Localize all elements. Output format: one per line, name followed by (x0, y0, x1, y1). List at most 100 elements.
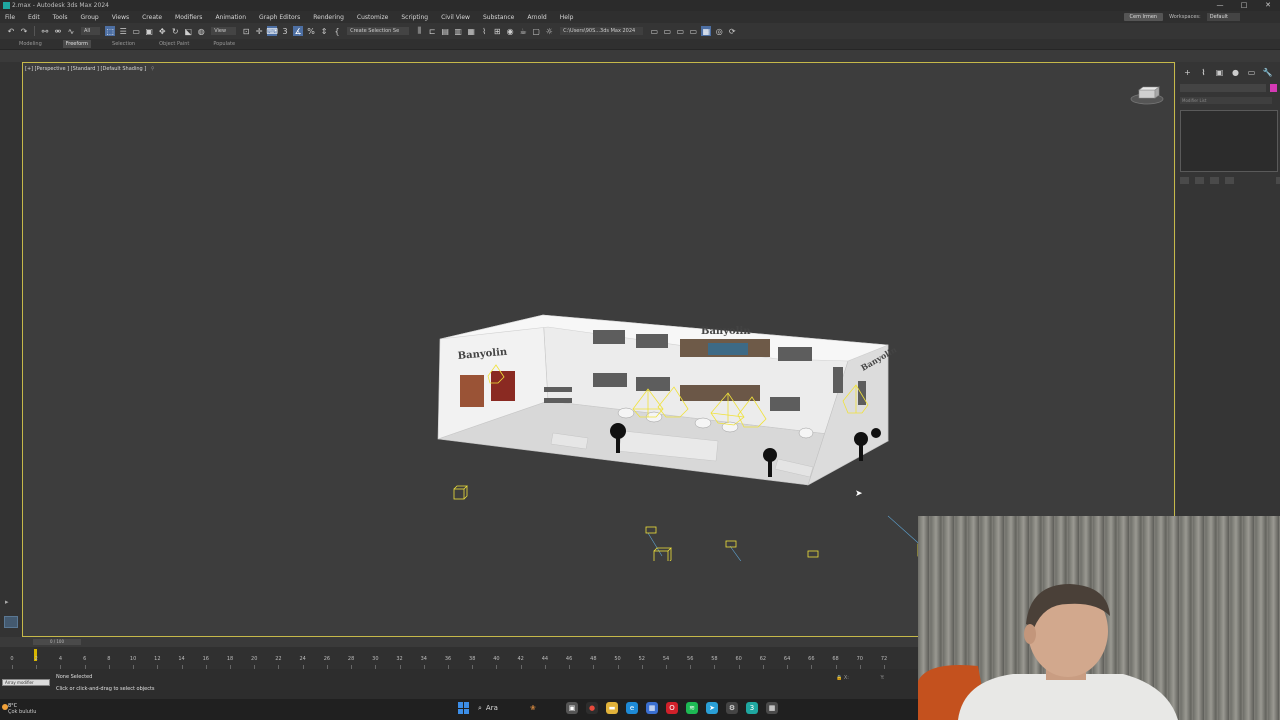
project-folder-dropdown[interactable]: C:\Users\90S...3ds Max 2024 (560, 27, 644, 35)
menu-civil-view[interactable]: Civil View (441, 14, 470, 21)
chrome-icon[interactable]: ● (586, 702, 598, 714)
menu-arnold[interactable]: Arnold (527, 14, 546, 21)
menu-views[interactable]: Views (112, 14, 129, 21)
sync-icon[interactable]: ⟳ (727, 26, 737, 36)
edit-named-selection-icon[interactable]: { (332, 26, 342, 36)
opera-icon[interactable]: O (666, 702, 678, 714)
viewport-label[interactable]: [+] [Perspective ] [Standard ] [Default … (25, 66, 154, 72)
pivot-center-icon[interactable]: ⊡ (241, 26, 251, 36)
angle-snap-icon[interactable]: ∡ (293, 26, 304, 36)
lock-icon[interactable]: 🔒 (836, 675, 842, 681)
menu-customize[interactable]: Customize (357, 14, 389, 21)
steam-icon[interactable]: ⚙ (726, 702, 738, 714)
snaps-toggle-icon[interactable]: 3 (280, 26, 290, 36)
scale-icon[interactable]: ⬕ (183, 26, 193, 36)
weather-widget[interactable]: 8°C Çok bulutlu (2, 703, 36, 715)
create-tab-icon[interactable]: + (1182, 68, 1193, 77)
tab-populate[interactable]: Populate (210, 40, 238, 48)
mirror-icon[interactable]: ⫼ (414, 26, 424, 36)
time-slider-thumb[interactable]: 0 / 100 (33, 639, 81, 645)
spinner-snap-icon[interactable]: ⇕ (319, 26, 329, 36)
bind-space-warp-icon[interactable]: ∿ (66, 26, 76, 36)
align-icon[interactable]: ⊏ (427, 26, 437, 36)
toggle-ribbon-icon[interactable]: ▦ (466, 26, 476, 36)
utilities-tab-icon[interactable]: 🔧 (1262, 68, 1273, 77)
percent-snap-icon[interactable]: % (306, 26, 316, 36)
menu-graph-editors[interactable]: Graph Editors (259, 14, 300, 21)
pin-stack-button[interactable] (1180, 177, 1189, 184)
open-project-icon[interactable]: ▭ (649, 26, 659, 36)
store-icon[interactable]: ▦ (646, 702, 658, 714)
scene-converter-icon[interactable]: ◎ (714, 26, 724, 36)
arnold-render-icon[interactable]: ▭ (662, 26, 672, 36)
folder-icon[interactable]: ▬ (606, 702, 618, 714)
move-icon[interactable]: ✥ (157, 26, 167, 36)
booth-model[interactable]: Banyolin Banyolin Banyolin (418, 301, 978, 561)
unlink-icon[interactable]: ⚮ (53, 26, 63, 36)
spotify-icon[interactable]: ≋ (686, 702, 698, 714)
menu-substance[interactable]: Substance (483, 14, 514, 21)
telegram-icon[interactable]: ➤ (706, 702, 718, 714)
rect-selection-icon[interactable]: ▭ (131, 26, 141, 36)
3dsmax-icon[interactable]: 3 (746, 702, 758, 714)
menu-file[interactable]: File (5, 14, 15, 21)
menu-animation[interactable]: Animation (215, 14, 246, 21)
render-production-icon[interactable]: ☼ (544, 26, 554, 36)
tab-freeform[interactable]: Freeform (62, 40, 92, 48)
substance-icon[interactable]: ▦ (701, 26, 712, 36)
select-by-name-icon[interactable]: ☰ (118, 26, 128, 36)
show-end-result-button[interactable] (1195, 177, 1204, 184)
funnel-icon[interactable]: ⚲ (151, 66, 155, 72)
object-name-field[interactable] (1180, 84, 1266, 92)
rendered-frame-window-icon[interactable]: ▢ (531, 26, 541, 36)
expand-arrow-icon[interactable]: ▸ (5, 598, 9, 606)
rotate-icon[interactable]: ↻ (170, 26, 180, 36)
minimize-button[interactable]: — (1208, 0, 1232, 11)
maxscript-listener-field[interactable]: Array modifier (2, 679, 50, 686)
move-pivot-icon[interactable]: ✛ (254, 26, 264, 36)
modifier-stack[interactable] (1180, 110, 1278, 172)
create-selection-set-dropdown[interactable]: Create Selection Se (347, 27, 410, 35)
tab-object-paint[interactable]: Object Paint (156, 40, 192, 48)
track-bar[interactable]: 0 2 4 6 8 10 12 14 16 18 20 22 24 26 28 30 32 34 36 38 40 42 4… (0, 647, 920, 669)
viewport-layout-icon[interactable] (4, 616, 18, 628)
taskbar-search[interactable]: ⌕ Ara ❀ (478, 704, 558, 713)
menu-modifiers[interactable]: Modifiers (175, 14, 202, 21)
menu-scripting[interactable]: Scripting (401, 14, 428, 21)
motion-tab-icon[interactable]: ● (1230, 68, 1241, 77)
menu-rendering[interactable]: Rendering (313, 14, 344, 21)
make-unique-button[interactable] (1210, 177, 1219, 184)
modifier-list-dropdown[interactable]: Modifier List (1180, 97, 1272, 104)
reference-coordinate-dropdown[interactable]: View (211, 27, 237, 35)
display-tab-icon[interactable]: ▭ (1246, 68, 1257, 77)
arnold-ipr-icon[interactable]: ▭ (675, 26, 685, 36)
menu-create[interactable]: Create (142, 14, 162, 21)
keyboard-shortcut-override-icon[interactable]: ⌨ (266, 26, 278, 36)
arnold-options-icon[interactable]: ▭ (688, 26, 698, 36)
remove-modifier-button[interactable] (1225, 177, 1234, 184)
redo-icon[interactable]: ↷ (19, 26, 29, 36)
menu-help[interactable]: Help (560, 14, 574, 21)
edge-icon[interactable]: e (626, 702, 638, 714)
tab-modeling[interactable]: Modeling (16, 40, 45, 48)
hierarchy-tab-icon[interactable]: ▣ (1214, 68, 1225, 77)
windows-start-icon[interactable] (458, 702, 470, 714)
toggle-layer-explorer-icon[interactable]: ▥ (453, 26, 463, 36)
configure-sets-button[interactable] (1276, 177, 1280, 184)
undo-icon[interactable]: ↶ (6, 26, 16, 36)
user-account-button[interactable]: Cem Irmen (1123, 13, 1164, 21)
object-color-swatch[interactable] (1270, 84, 1277, 92)
menu-group[interactable]: Group (80, 14, 98, 21)
time-slider[interactable]: 0 / 100 (0, 637, 920, 647)
toggle-scene-explorer-icon[interactable]: ▤ (440, 26, 450, 36)
viewcube-icon[interactable] (1130, 85, 1164, 105)
close-button[interactable]: ✕ (1256, 0, 1280, 11)
curve-editor-icon[interactable]: ⌇ (479, 26, 489, 36)
file-explorer-icon[interactable]: ▣ (566, 702, 578, 714)
render-setup-icon[interactable]: ☕ (518, 26, 528, 36)
place-icon[interactable]: ◍ (196, 26, 206, 36)
select-object-icon[interactable]: ⬚ (105, 26, 116, 36)
capture-tool-icon[interactable]: ▦ (766, 702, 778, 714)
menu-tools[interactable]: Tools (53, 14, 68, 21)
schematic-view-icon[interactable]: ⊞ (492, 26, 502, 36)
